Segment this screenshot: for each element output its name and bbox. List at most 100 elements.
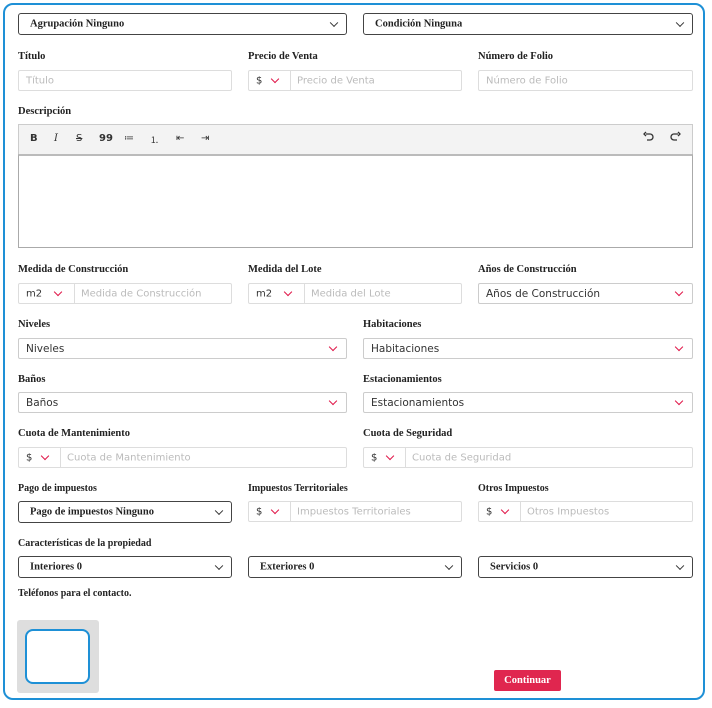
numbered-list-icon[interactable]: ⒈ xyxy=(150,133,159,146)
pago-value: Pago de impuestos Ninguno xyxy=(30,506,154,518)
anios-value: Años de Construcción xyxy=(486,287,601,300)
chevron-down-icon xyxy=(53,287,63,297)
indent-icon[interactable]: ⇥ xyxy=(201,133,209,144)
chevron-down-icon xyxy=(500,505,510,515)
chevron-down-icon xyxy=(385,451,395,461)
blockquote-icon[interactable]: 99 xyxy=(99,133,113,144)
mantenimiento-currency-select[interactable]: $ xyxy=(19,448,61,467)
continuar-button[interactable]: Continuar xyxy=(494,670,561,691)
exteriores-value: Exteriores 0 xyxy=(260,561,315,573)
pago-label: Pago de impuestos xyxy=(18,483,97,494)
folio-input[interactable]: Número de Folio xyxy=(478,70,693,91)
condicion-dropdown[interactable]: Condición Ninguna xyxy=(363,13,693,35)
agrupacion-value: Agrupación Ninguno xyxy=(30,18,125,30)
currency-label: $ xyxy=(256,75,263,86)
lote-label: Medida del Lote xyxy=(248,264,322,275)
chevron-down-icon xyxy=(675,18,685,28)
titulo-placeholder: Título xyxy=(26,75,55,86)
otros-label: Otros Impuestos xyxy=(478,483,549,494)
construccion-placeholder: Medida de Construcción xyxy=(81,288,202,299)
servicios-dropdown[interactable]: Servicios 0 xyxy=(478,556,693,578)
chevron-down-icon xyxy=(329,18,339,28)
otros-currency-select[interactable]: $ xyxy=(479,502,521,521)
territoriales-label: Impuestos Territoriales xyxy=(248,483,348,494)
condicion-value: Condición Ninguna xyxy=(375,18,463,30)
precio-placeholder: Precio de Venta xyxy=(297,75,375,86)
descripcion-editor[interactable] xyxy=(18,154,693,248)
phone-add-box xyxy=(17,620,99,693)
construccion-label: Medida de Construcción xyxy=(18,264,129,275)
currency-label: $ xyxy=(486,506,493,517)
banos-select[interactable]: Baños xyxy=(18,392,347,413)
seguridad-currency-select[interactable]: $ xyxy=(364,448,406,467)
lote-input[interactable]: m2 Medida del Lote xyxy=(248,283,462,304)
estacionamientos-value: Estacionamientos xyxy=(371,396,465,409)
bold-icon[interactable]: B xyxy=(30,133,38,144)
construccion-input[interactable]: m2 Medida de Construcción xyxy=(18,283,232,304)
chevron-down-icon xyxy=(214,561,224,571)
currency-label: $ xyxy=(256,506,263,517)
chevron-down-icon xyxy=(328,396,338,405)
habitaciones-label: Habitaciones xyxy=(363,319,422,330)
chevron-down-icon xyxy=(674,287,684,296)
chevron-down-icon xyxy=(674,396,684,405)
exteriores-dropdown[interactable]: Exteriores 0 xyxy=(248,556,462,578)
bullet-list-icon[interactable]: ≔ xyxy=(124,133,134,144)
chevron-down-icon xyxy=(328,342,338,351)
niveles-select[interactable]: Niveles xyxy=(18,338,347,359)
niveles-label: Niveles xyxy=(18,319,51,330)
servicios-value: Servicios 0 xyxy=(490,561,539,573)
mantenimiento-label: Cuota de Mantenimiento xyxy=(18,428,130,439)
titulo-label: Título xyxy=(18,51,46,62)
chevron-down-icon xyxy=(270,505,280,515)
mantenimiento-placeholder: Cuota de Mantenimiento xyxy=(67,452,191,463)
redo-icon[interactable] xyxy=(669,131,681,146)
caracteristicas-label: Características de la propiedad xyxy=(18,538,152,549)
habitaciones-select[interactable]: Habitaciones xyxy=(363,338,693,359)
telefonos-label: Teléfonos para el contacto. xyxy=(18,588,132,599)
chevron-down-icon xyxy=(283,287,293,297)
currency-label: $ xyxy=(26,452,33,463)
currency-label: $ xyxy=(371,452,378,463)
folio-label: Número de Folio xyxy=(478,51,554,62)
estacionamientos-label: Estacionamientos xyxy=(363,374,442,385)
editor-toolbar: B I S 99 ≔ ⒈ ⇤ ⇥ xyxy=(18,124,693,154)
territoriales-input[interactable]: $ Impuestos Territoriales xyxy=(248,501,462,522)
descripcion-label: Descripción xyxy=(18,106,72,117)
seguridad-placeholder: Cuota de Seguridad xyxy=(412,452,512,463)
chevron-down-icon xyxy=(444,561,454,571)
banos-value: Baños xyxy=(26,396,59,409)
chevron-down-icon xyxy=(270,74,280,84)
territoriales-placeholder: Impuestos Territoriales xyxy=(297,506,411,517)
banos-label: Baños xyxy=(18,374,46,385)
interiores-dropdown[interactable]: Interiores 0 xyxy=(18,556,232,578)
estacionamientos-select[interactable]: Estacionamientos xyxy=(363,392,693,413)
outdent-icon[interactable]: ⇤ xyxy=(176,133,184,144)
chevron-down-icon xyxy=(214,506,224,516)
otros-input[interactable]: $ Otros Impuestos xyxy=(478,501,693,522)
niveles-value: Niveles xyxy=(26,342,65,355)
precio-currency-select[interactable]: $ xyxy=(249,71,291,90)
precio-input[interactable]: $ Precio de Venta xyxy=(248,70,462,91)
phone-add-button[interactable] xyxy=(25,629,90,684)
unit-label: m2 xyxy=(26,288,43,299)
construccion-unit-select[interactable]: m2 xyxy=(19,284,75,303)
chevron-down-icon xyxy=(675,561,685,571)
pago-dropdown[interactable]: Pago de impuestos Ninguno xyxy=(18,501,232,523)
seguridad-label: Cuota de Seguridad xyxy=(363,428,453,439)
anios-select[interactable]: Años de Construcción xyxy=(478,283,693,304)
agrupacion-dropdown[interactable]: Agrupación Ninguno xyxy=(18,13,347,35)
otros-placeholder: Otros Impuestos xyxy=(527,506,610,517)
lote-unit-select[interactable]: m2 xyxy=(249,284,305,303)
folio-placeholder: Número de Folio xyxy=(486,75,568,86)
titulo-input[interactable]: Título xyxy=(18,70,232,91)
lote-placeholder: Medida del Lote xyxy=(311,288,391,299)
habitaciones-value: Habitaciones xyxy=(371,342,440,355)
seguridad-input[interactable]: $ Cuota de Seguridad xyxy=(363,447,693,468)
strikethrough-icon[interactable]: S xyxy=(76,133,82,144)
mantenimiento-input[interactable]: $ Cuota de Mantenimiento xyxy=(18,447,347,468)
undo-icon[interactable] xyxy=(643,131,655,146)
italic-icon[interactable]: I xyxy=(54,133,58,144)
territoriales-currency-select[interactable]: $ xyxy=(249,502,291,521)
precio-label: Precio de Venta xyxy=(248,51,318,62)
